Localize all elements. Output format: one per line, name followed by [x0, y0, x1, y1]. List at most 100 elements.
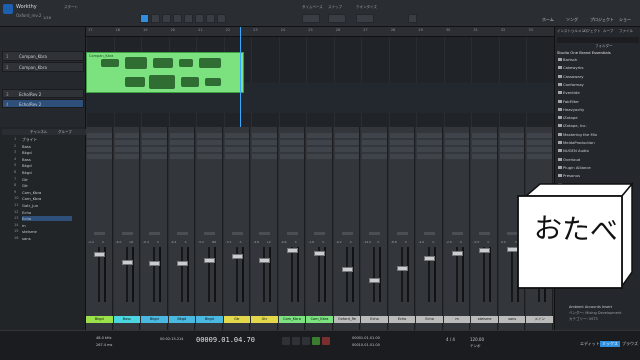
edit-view-tab[interactable]: エディット: [580, 341, 600, 347]
insert-slot[interactable]: [279, 133, 305, 138]
insert-slot[interactable]: [444, 147, 470, 152]
insert-slot[interactable]: [444, 154, 470, 159]
insert-slot[interactable]: [472, 147, 497, 152]
insert-slot[interactable]: [224, 147, 250, 152]
browser-folder-item[interactable]: Heavyocity: [563, 107, 584, 112]
channel-row[interactable]: Bkgd: [22, 150, 32, 155]
track-header[interactable]: 2 Compan_Kbra: [2, 62, 84, 72]
insert-slot[interactable]: [444, 140, 470, 145]
volume-fader[interactable]: [396, 266, 408, 272]
volume-fader[interactable]: [314, 250, 326, 256]
insert-slot[interactable]: [499, 140, 525, 145]
pan-knob[interactable]: [176, 232, 188, 235]
pan-knob[interactable]: [424, 232, 436, 235]
volume-fader[interactable]: [259, 257, 271, 263]
home-tab[interactable]: ホーム: [542, 17, 554, 23]
insert-slot[interactable]: [334, 133, 360, 138]
channel-row[interactable]: Bkgd: [22, 163, 32, 168]
browser-folder-item[interactable]: Mastering the Mix: [563, 132, 597, 137]
range-tool-button[interactable]: [151, 14, 160, 23]
insert-slot[interactable]: [197, 154, 222, 159]
insert-slot[interactable]: [224, 154, 250, 159]
insert-slot[interactable]: [444, 133, 470, 138]
browser-folder-item[interactable]: Overloud: [563, 157, 580, 162]
insert-slot[interactable]: [417, 154, 442, 159]
mute-tool-button[interactable]: [195, 14, 204, 23]
track-header[interactable]: 3 Echo/Rev 2: [2, 89, 84, 98]
insert-slot[interactable]: [389, 140, 415, 145]
insert-slot[interactable]: [417, 133, 442, 138]
insert-slot[interactable]: [87, 154, 112, 159]
insert-slot[interactable]: [307, 154, 332, 159]
browser-folder-item[interactable]: iZotope: [563, 115, 578, 120]
insert-slot[interactable]: [334, 154, 360, 159]
insert-slot[interactable]: [389, 133, 415, 138]
quantize-select[interactable]: [356, 14, 374, 23]
browser-folder-item[interactable]: MeldaProduction: [563, 140, 595, 145]
timeline-ruler[interactable]: 17 18 19 20 21 22 23 24 25 26 27 28 29 30 31 32 33: [86, 27, 554, 37]
channel-row[interactable]: Gtr: [22, 177, 28, 182]
channel-name-label[interactable]: m: [443, 316, 471, 323]
insert-slot[interactable]: [527, 147, 552, 152]
browser-folder-item[interactable]: Eventide: [563, 90, 580, 95]
insert-slot[interactable]: [252, 147, 277, 152]
insert-slot[interactable]: [307, 133, 332, 138]
browser-folder-item[interactable]: Cassowary: [563, 74, 584, 79]
stop-button[interactable]: [302, 337, 310, 345]
project-tab[interactable]: プロジェクト: [590, 17, 614, 23]
browser-folder-item[interactable]: NUGEN Audio: [563, 148, 589, 153]
browser-tab-effects[interactable]: エフェクト: [583, 29, 601, 34]
pan-knob[interactable]: [149, 232, 161, 235]
paint-tool-button[interactable]: [184, 14, 193, 23]
audio-clip[interactable]: Compan_Kbra: [86, 52, 244, 93]
insert-slot[interactable]: [142, 133, 167, 138]
volume-fader[interactable]: [479, 248, 491, 254]
channel-name-label[interactable]: Gtr: [251, 316, 278, 323]
volume-fader[interactable]: [451, 251, 463, 257]
pan-knob[interactable]: [259, 232, 271, 235]
insert-slot[interactable]: [307, 147, 332, 152]
browser-folder-item[interactable]: Plugin Alliance: [563, 165, 591, 170]
volume-fader[interactable]: [176, 261, 188, 267]
volume-fader[interactable]: [286, 248, 298, 254]
channel-name-label[interactable]: Oxford_Re: [333, 316, 361, 323]
insert-slot[interactable]: [169, 140, 195, 145]
insert-slot[interactable]: [499, 133, 525, 138]
channel-name-label[interactable]: Bkgd: [196, 316, 223, 323]
volume-fader[interactable]: [94, 251, 105, 257]
insert-slot[interactable]: [417, 140, 442, 145]
volume-fader[interactable]: [369, 278, 381, 284]
insert-slot[interactable]: [362, 140, 387, 145]
browser-tab-loops[interactable]: ループ: [603, 29, 613, 34]
track-header[interactable]: 4 Echo/Rev 2: [2, 99, 84, 108]
insert-slot[interactable]: [87, 147, 112, 152]
browser-folder-item[interactable]: iZotope, Inc.: [563, 123, 587, 128]
channel-row[interactable]: m: [22, 223, 26, 228]
channel-row[interactable]: Bass: [22, 157, 31, 162]
channel-name-label[interactable]: Echo: [416, 316, 443, 323]
insert-slot[interactable]: [279, 147, 305, 152]
tempo-value[interactable]: 120.00: [470, 337, 484, 342]
insert-slot[interactable]: [197, 133, 222, 138]
volume-fader[interactable]: [149, 261, 161, 267]
browser-folder-item[interactable]: FabFilter: [563, 99, 579, 104]
insert-slot[interactable]: [197, 147, 222, 152]
channel-row[interactable]: Bkgd: [22, 170, 32, 175]
volume-fader[interactable]: [231, 253, 243, 259]
insert-slot[interactable]: [499, 154, 525, 159]
channel-name-label[interactable]: Gtr: [223, 316, 251, 323]
channel-name-label[interactable]: Com_Kbra: [306, 316, 333, 323]
browser-folder-item[interactable]: Presonus: [563, 173, 580, 178]
channel-row[interactable]: sans: [22, 236, 31, 241]
insert-slot[interactable]: [252, 154, 277, 159]
arrangement-view[interactable]: Compan_Kbra: [86, 37, 554, 127]
channel-name-label[interactable]: Bkgd: [141, 316, 168, 323]
browser-search-input[interactable]: [557, 37, 639, 43]
pan-knob[interactable]: [231, 232, 243, 235]
pan-knob[interactable]: [314, 232, 326, 235]
insert-slot[interactable]: [252, 133, 277, 138]
show-tab[interactable]: ショー: [619, 17, 631, 23]
pan-knob[interactable]: [204, 232, 216, 235]
insert-slot[interactable]: [169, 133, 195, 138]
channel-row[interactable]: steisme: [22, 229, 37, 234]
